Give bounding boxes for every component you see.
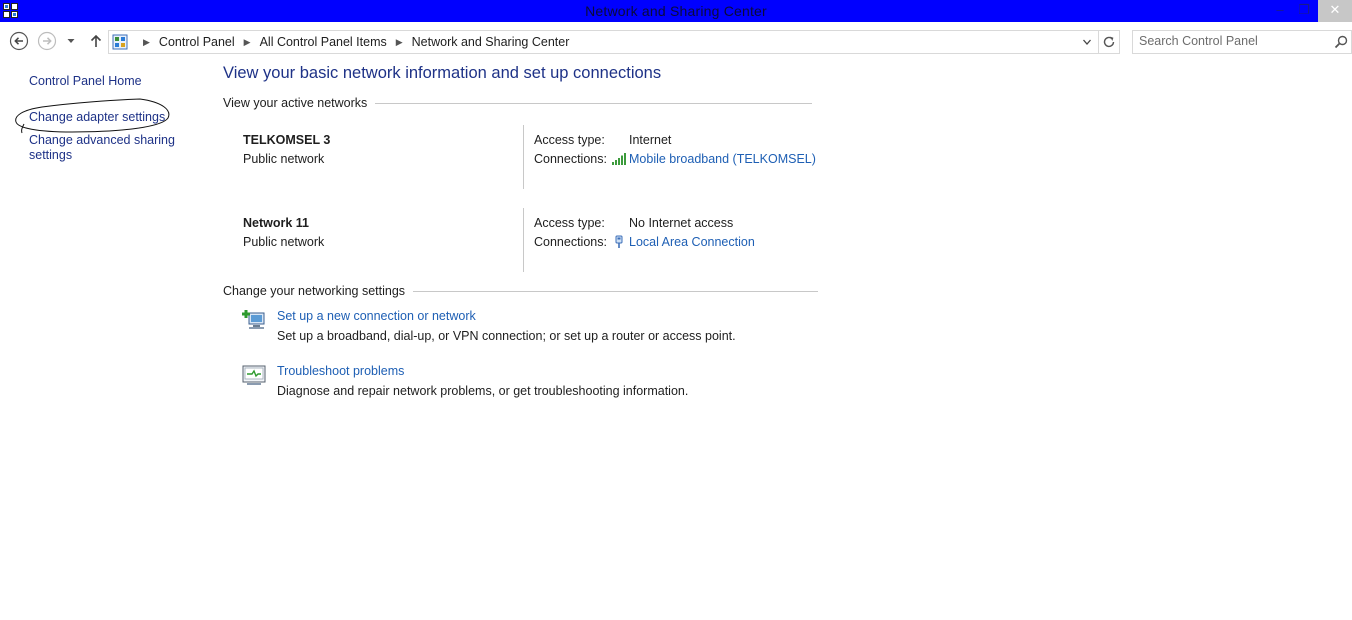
troubleshoot-description: Diagnose and repair network problems, or… [277, 384, 689, 398]
minimize-button[interactable]: – [1270, 0, 1290, 22]
breadcrumb-control-panel[interactable]: Control Panel [159, 35, 235, 49]
connections-label: Connections: [534, 235, 607, 249]
breadcrumb-all-items[interactable]: All Control Panel Items [260, 35, 387, 49]
network-name: Network 11 [243, 216, 310, 230]
column-divider [523, 208, 524, 272]
active-networks-section-title: View your active networks [223, 96, 813, 110]
address-history-button[interactable] [1079, 34, 1095, 50]
access-type-value: No Internet access [629, 216, 734, 230]
networking-settings-label: Change your networking settings [223, 284, 406, 298]
page-title: View your basic network information and … [223, 64, 662, 82]
maximize-button[interactable]: ❐ [1293, 0, 1315, 22]
new-connection-icon[interactable] [241, 307, 267, 333]
section-divider [375, 102, 813, 104]
networking-settings-section-title: Change your networking settings [223, 284, 819, 298]
access-type-label: Access type: [534, 133, 605, 147]
setup-connection-link[interactable]: Set up a new connection or network [277, 309, 476, 323]
breadcrumb: ▶ Control Panel ▶ All Control Panel Item… [134, 35, 569, 49]
ethernet-plug-icon [615, 235, 623, 248]
chevron-down-icon [67, 39, 75, 43]
refresh-button[interactable] [1098, 31, 1119, 53]
breadcrumb-separator-icon[interactable]: ▶ [143, 37, 150, 48]
up-arrow-icon [90, 34, 102, 47]
access-type-value: Internet [629, 133, 672, 147]
connection-link-mobile-broadband[interactable]: Mobile broadband (TELKOMSEL) [629, 152, 816, 166]
signal-bars-icon [612, 153, 626, 165]
troubleshoot-link[interactable]: Troubleshoot problems [277, 364, 404, 378]
section-divider [413, 290, 819, 292]
search-icon[interactable] [1333, 34, 1349, 50]
address-bar[interactable]: ▶ Control Panel ▶ All Control Panel Item… [108, 30, 1120, 54]
breadcrumb-separator-icon[interactable]: ▶ [396, 37, 403, 48]
network-name: TELKOMSEL 3 [243, 133, 331, 147]
recent-locations-button[interactable] [64, 31, 78, 51]
network-type: Public network [243, 152, 325, 166]
close-button[interactable]: ✕ [1318, 0, 1352, 22]
navigation-bar: ▶ Control Panel ▶ All Control Panel Item… [0, 28, 1352, 54]
forward-arrow-icon [37, 31, 57, 51]
hand-drawn-circle-annotation [15, 98, 170, 134]
connection-link-local-area[interactable]: Local Area Connection [629, 235, 755, 249]
sidebar-item-control-panel-home[interactable]: Control Panel Home [29, 74, 142, 88]
up-button[interactable] [86, 31, 106, 51]
connections-label: Connections: [534, 152, 607, 166]
search-input[interactable] [1139, 33, 1324, 49]
refresh-icon [1103, 36, 1115, 48]
network-type: Public network [243, 235, 325, 249]
troubleshoot-icon[interactable] [241, 362, 267, 388]
control-panel-icon [112, 34, 128, 50]
breadcrumb-separator-icon[interactable]: ▶ [244, 37, 251, 48]
back-button[interactable] [9, 31, 29, 51]
forward-button[interactable] [37, 31, 57, 51]
search-box[interactable] [1132, 30, 1352, 54]
back-arrow-icon [9, 31, 29, 51]
access-type-label: Access type: [534, 216, 605, 230]
setup-connection-description: Set up a broadband, dial-up, or VPN conn… [277, 329, 736, 343]
window-title: Network and Sharing Center [585, 3, 767, 19]
breadcrumb-network-sharing[interactable]: Network and Sharing Center [412, 35, 570, 49]
active-networks-label: View your active networks [223, 96, 368, 110]
title-bar: Network and Sharing Center – ❐ ✕ [0, 0, 1352, 22]
column-divider [523, 125, 524, 189]
chevron-down-icon [1083, 39, 1091, 45]
